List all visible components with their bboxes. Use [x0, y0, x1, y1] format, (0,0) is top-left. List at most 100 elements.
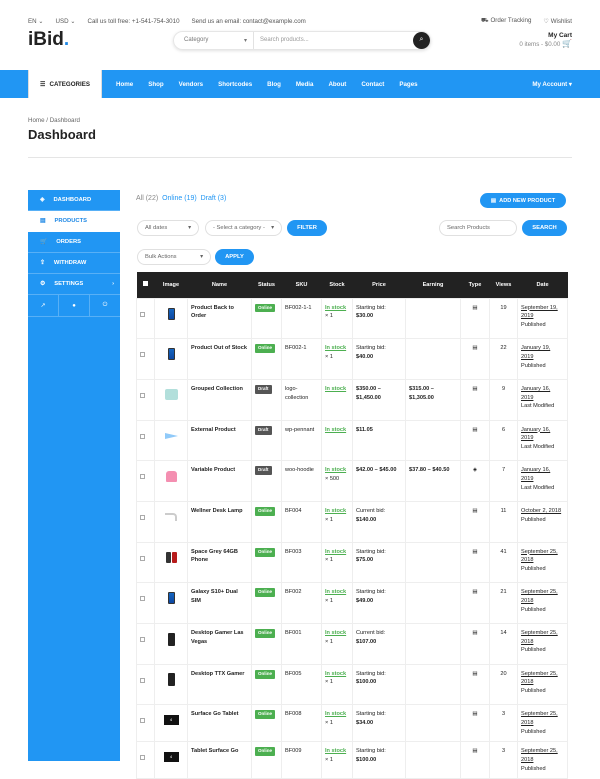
- product-name-link[interactable]: Product Out of Stock: [191, 345, 247, 351]
- product-type-icon: ▤: [472, 670, 478, 677]
- my-account-menu[interactable]: My Account ▾: [532, 81, 572, 88]
- product-name-link[interactable]: Space Grey 64GB Phone: [191, 549, 238, 564]
- product-thumbnail[interactable]: 4: [163, 749, 179, 765]
- search-button[interactable]: ⌕: [413, 31, 430, 49]
- product-thumbnail[interactable]: [163, 428, 179, 444]
- product-thumbnail[interactable]: [163, 590, 179, 606]
- nav-home[interactable]: Home: [116, 81, 133, 88]
- chevron-down-icon: ▾: [271, 225, 274, 231]
- nav-pages[interactable]: Pages: [399, 81, 417, 88]
- product-thumbnail[interactable]: [163, 672, 179, 688]
- wishlist-link[interactable]: ♡ Wishlist: [543, 18, 572, 25]
- categories-button[interactable]: ☰ CATEGORIES: [28, 70, 102, 98]
- nav-shortcodes[interactable]: Shortcodes: [218, 81, 252, 88]
- nav-contact[interactable]: Contact: [361, 81, 384, 88]
- product-name-link[interactable]: Desktop Gamer Las Vegas: [191, 630, 244, 645]
- currency-select[interactable]: USD ⌄: [56, 18, 76, 25]
- filter-button[interactable]: FILTER: [287, 220, 327, 236]
- product-thumbnail[interactable]: [163, 346, 179, 362]
- product-thumbnail[interactable]: 4: [163, 712, 179, 728]
- row-checkbox[interactable]: [140, 755, 145, 761]
- table-row[interactable]: Variable Product Draft woo-hoodie In stock ×…: [136, 460, 568, 502]
- nav-vendors[interactable]: Vendors: [179, 81, 203, 88]
- nav-shop[interactable]: Shop: [148, 81, 163, 88]
- product-name-link[interactable]: Wellner Desk Lamp: [191, 508, 243, 514]
- order-tracking-link[interactable]: ⛟ Order Tracking: [481, 17, 531, 25]
- stock-quantity: × 1: [325, 597, 333, 604]
- product-name-link[interactable]: Tablet Surface Go: [191, 748, 238, 754]
- earning-cell: $37.80 – $40.50: [405, 460, 461, 502]
- table-row[interactable]: Grouped Collection Draft logo-collection In…: [136, 378, 568, 421]
- product-name-link[interactable]: Surface Go Tablet: [191, 711, 238, 717]
- breadcrumb-home[interactable]: Home: [28, 117, 45, 124]
- sidebar-item-settings[interactable]: ⚙ SETTINGS ›: [28, 274, 120, 295]
- row-checkbox[interactable]: [140, 311, 145, 317]
- search-products-button[interactable]: SEARCH: [522, 220, 567, 236]
- row-checkbox[interactable]: [140, 352, 145, 358]
- product-thumbnail[interactable]: [163, 550, 179, 566]
- external-link-icon[interactable]: ↗: [28, 295, 59, 316]
- table-row[interactable]: Desktop Gamer Las Vegas Online BF001 In sto…: [136, 623, 568, 665]
- table-row[interactable]: Space Grey 64GB Phone Online BF003 In stock…: [136, 541, 568, 584]
- sidebar-item-withdraw[interactable]: ⇪ WITHDRAW: [28, 253, 120, 274]
- date-cell: January 16, 2019 Last Modified: [517, 419, 568, 462]
- user-icon[interactable]: ●: [59, 295, 90, 316]
- dates-select[interactable]: All dates ▾: [137, 220, 199, 236]
- filter-online[interactable]: Online (19): [162, 195, 197, 202]
- product-name-link[interactable]: Galaxy S10+ Dual SIM: [191, 589, 238, 604]
- sidebar-item-products[interactable]: ▤ PRODUCTS: [28, 211, 120, 232]
- nav-blog[interactable]: Blog: [267, 81, 281, 88]
- row-checkbox[interactable]: [140, 555, 145, 561]
- product-name-link[interactable]: Desktop TTX Gamer: [191, 671, 244, 677]
- cart[interactable]: My Cart 0 items - $0.00 🛒: [519, 32, 572, 48]
- table-row[interactable]: Galaxy S10+ Dual SIM Online BF002 In stock ×…: [136, 582, 568, 624]
- product-name-link[interactable]: Variable Product: [191, 467, 235, 473]
- row-checkbox[interactable]: [140, 637, 145, 642]
- date-state: Published: [521, 321, 546, 328]
- filter-all[interactable]: All (22): [136, 195, 158, 202]
- table-row[interactable]: Desktop TTX Gamer Online BF005 In stock × 1 S…: [136, 663, 568, 706]
- product-thumbnail[interactable]: [163, 387, 179, 403]
- product-name-link[interactable]: Grouped Collection: [191, 386, 243, 392]
- table-row[interactable]: Product Out of Stock Online BF002-1 In stoc…: [136, 338, 568, 380]
- price-cell: $350.00 – $1,450.00: [352, 378, 406, 421]
- row-checkbox[interactable]: [140, 433, 145, 439]
- bulk-actions-select[interactable]: Bulk Actions ▾: [137, 249, 211, 265]
- table-row[interactable]: External Product Draft wp-pennant In stock $…: [136, 419, 568, 462]
- sidebar-item-orders[interactable]: 🛒 ORDERS: [28, 232, 120, 253]
- dashboard-sidebar: ◈ DASHBOARD ▤ PRODUCTS 🛒 ORDERS ⇪ WITHDRAW ⚙…: [28, 190, 120, 761]
- row-checkbox[interactable]: [140, 514, 145, 520]
- nav-media[interactable]: Media: [296, 81, 314, 88]
- table-row[interactable]: 4 Tablet Surface Go Online BF009 In stock × 1…: [136, 741, 568, 779]
- product-thumbnail[interactable]: [163, 306, 179, 322]
- table-row[interactable]: Product Back to Order Online BF002-1-1 In s…: [136, 297, 568, 340]
- sidebar-item-dashboard[interactable]: ◈ DASHBOARD: [28, 190, 120, 211]
- row-checkbox[interactable]: [140, 596, 145, 602]
- row-checkbox[interactable]: [140, 718, 145, 724]
- select-all-checkbox[interactable]: [136, 272, 155, 298]
- product-name-link[interactable]: Product Back to Order: [191, 305, 234, 320]
- row-checkbox[interactable]: [140, 392, 145, 398]
- product-thumbnail[interactable]: [163, 509, 179, 525]
- status-badge: Online: [255, 303, 276, 313]
- table-row[interactable]: 4 Surface Go Tablet Online BF008 In stock × 1…: [136, 704, 568, 743]
- logo[interactable]: iBid.: [28, 29, 173, 51]
- row-checkbox[interactable]: [140, 474, 145, 480]
- nav-about[interactable]: About: [328, 81, 346, 88]
- product-thumbnail[interactable]: [163, 631, 179, 647]
- stock-cell: In stock × 1: [321, 663, 353, 706]
- apply-button[interactable]: APPLY: [215, 249, 254, 265]
- earning-cell: [405, 297, 461, 340]
- product-thumbnail[interactable]: [163, 468, 179, 484]
- row-checkbox[interactable]: [140, 677, 145, 683]
- add-new-product-button[interactable]: ▤ ADD NEW PRODUCT: [480, 193, 566, 208]
- power-icon[interactable]: ⏻: [90, 295, 120, 316]
- language-select[interactable]: EN ⌄: [28, 18, 44, 25]
- search-category-select[interactable]: Category ▾: [174, 31, 254, 49]
- search-products-input[interactable]: Search Products: [439, 220, 517, 236]
- filter-draft[interactable]: Draft (3): [201, 195, 227, 202]
- product-name-link[interactable]: External Product: [191, 427, 236, 433]
- search-input[interactable]: Search products...: [254, 37, 413, 43]
- category-select[interactable]: - Select a category - ▾: [205, 220, 282, 236]
- table-row[interactable]: Wellner Desk Lamp Online BF004 In stock × 1 C…: [136, 500, 568, 543]
